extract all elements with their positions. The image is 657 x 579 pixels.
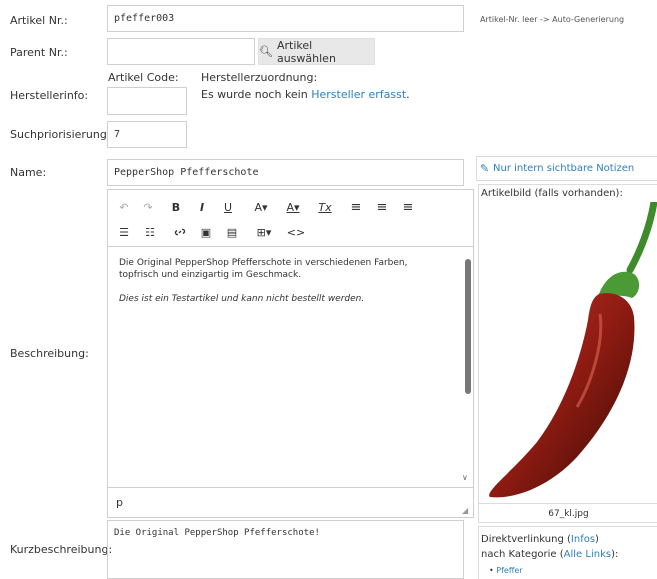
redo-icon[interactable]: ↷: [140, 196, 156, 218]
editor-scrollbar-thumb[interactable]: [465, 259, 471, 394]
artikel-nr-hint: Artikel-Nr. leer -> Auto-Generierung: [480, 15, 625, 24]
suchpriorisierung-input[interactable]: 7: [107, 121, 187, 148]
close-paren: ): [595, 534, 599, 545]
label-herstellerinfo: Herstellerinfo:: [10, 89, 89, 102]
resize-handle-icon[interactable]: ◢: [462, 506, 468, 515]
notes-link[interactable]: Nur intern sichtbare Notizen: [493, 163, 634, 174]
font-size-icon[interactable]: A▾: [250, 196, 272, 218]
direktverlinkung-line: Direktverlinkung (Infos): [481, 534, 599, 545]
undo-icon[interactable]: ↶: [116, 196, 132, 218]
artikel-code-input[interactable]: [107, 87, 187, 115]
search-icon: 🔍︎: [259, 45, 273, 58]
artikelbild-box: Artikelbild (falls vorhanden): 67_kl.jpg: [478, 184, 657, 523]
editor-status-path: p: [116, 496, 123, 509]
label-beschreibung: Beschreibung:: [10, 347, 89, 360]
clear-format-icon[interactable]: Tx: [316, 196, 334, 218]
artikelbild-label: Artikelbild (falls vorhanden):: [481, 188, 623, 199]
editor-toolbar-row-2: ☰ ☷ ▣ ▤ ⊞▾ <>: [108, 221, 473, 243]
label-suchpriorisierung: Suchpriorisierung:: [10, 128, 111, 141]
table-icon[interactable]: ⊞▾: [252, 221, 276, 243]
herstellerzuordnung-label: Herstellerzuordnung:: [201, 71, 318, 84]
media-icon[interactable]: ▤: [224, 221, 240, 243]
notes-box: ✎ Nur intern sichtbare Notizen: [476, 156, 657, 181]
align-center-icon[interactable]: ≡: [374, 196, 390, 218]
kurzbeschreibung-text: Die Original PepperShop Pfefferschote!: [114, 528, 320, 538]
category-list-item: • Pfeffer: [489, 566, 523, 575]
align-right-icon[interactable]: ≡: [400, 196, 416, 218]
code-icon[interactable]: <>: [287, 221, 305, 243]
parent-nr-input[interactable]: [107, 38, 255, 65]
pencil-icon: ✎: [480, 162, 490, 175]
bullet-icon: •: [489, 566, 494, 575]
underline-icon[interactable]: U: [220, 196, 236, 218]
link-icon[interactable]: [172, 221, 188, 243]
italic-icon[interactable]: I: [194, 196, 210, 218]
label-parent-nr: Parent Nr.:: [10, 46, 68, 59]
numbered-list-icon[interactable]: ☷: [142, 221, 158, 243]
artikel-image: [482, 198, 657, 502]
image-filename: 67_kl.jpg: [479, 503, 657, 522]
hersteller-text: Es wurde noch kein: [201, 88, 312, 101]
hersteller-erfassen-link[interactable]: Hersteller erfasst: [311, 88, 406, 101]
label-kurzbeschreibung: Kurzbeschreibung:: [10, 543, 113, 556]
hersteller-info-text: Es wurde noch kein Hersteller erfasst.: [201, 88, 410, 101]
category-pfeffer-link[interactable]: Pfeffer: [496, 566, 522, 575]
hersteller-dot: .: [406, 88, 410, 101]
kurzbeschreibung-textarea[interactable]: Die Original PepperShop Pfefferschote!: [107, 520, 464, 579]
artikel-auswaehlen-button[interactable]: 🔍︎ Artikel auswählen: [258, 38, 375, 65]
artikel-code-label: Artikel Code:: [108, 71, 179, 84]
nach-kategorie-line: nach Kategorie (Alle Links):: [481, 549, 618, 560]
align-left-icon[interactable]: ≡: [348, 196, 364, 218]
font-color-icon[interactable]: A▾: [282, 196, 304, 218]
description-editor[interactable]: ↶ ↷ B I U A▾ A▾ Tx ≡ ≡ ≡ ☰ ☷ ▣ ▤ ⊞▾ <> D…: [107, 189, 474, 518]
artikel-auswaehlen-label: Artikel auswählen: [276, 38, 336, 65]
scroll-down-icon[interactable]: ∨: [462, 473, 468, 482]
editor-toolbar-row-1: ↶ ↷ B I U A▾ A▾ Tx ≡ ≡ ≡: [108, 196, 473, 218]
bold-icon[interactable]: B: [168, 196, 184, 218]
name-input[interactable]: PepperShop Pfefferschote: [107, 159, 464, 186]
infos-link[interactable]: Infos: [571, 534, 595, 545]
alle-links-link[interactable]: Alle Links: [564, 549, 611, 560]
direktverlinkung-box: Direktverlinkung (Infos) nach Kategorie …: [478, 526, 657, 579]
editor-content[interactable]: Die Original PepperShop Pfefferschote in…: [108, 246, 473, 488]
direktverlinkung-text: Direktverlinkung (: [481, 534, 571, 545]
colon-paren: ):: [611, 549, 619, 560]
artikel-nr-input[interactable]: pfeffer003: [107, 5, 464, 32]
editor-paragraph-1: Die Original PepperShop Pfefferschote in…: [119, 258, 408, 280]
label-artikel-nr: Artikel Nr.:: [10, 14, 68, 27]
label-name: Name:: [10, 166, 47, 179]
nach-kategorie-text: nach Kategorie (: [481, 549, 564, 560]
editor-paragraph-2: Dies ist ein Testartikel und kann nicht …: [119, 294, 365, 304]
image-icon[interactable]: ▣: [198, 221, 214, 243]
bullet-list-icon[interactable]: ☰: [116, 221, 132, 243]
